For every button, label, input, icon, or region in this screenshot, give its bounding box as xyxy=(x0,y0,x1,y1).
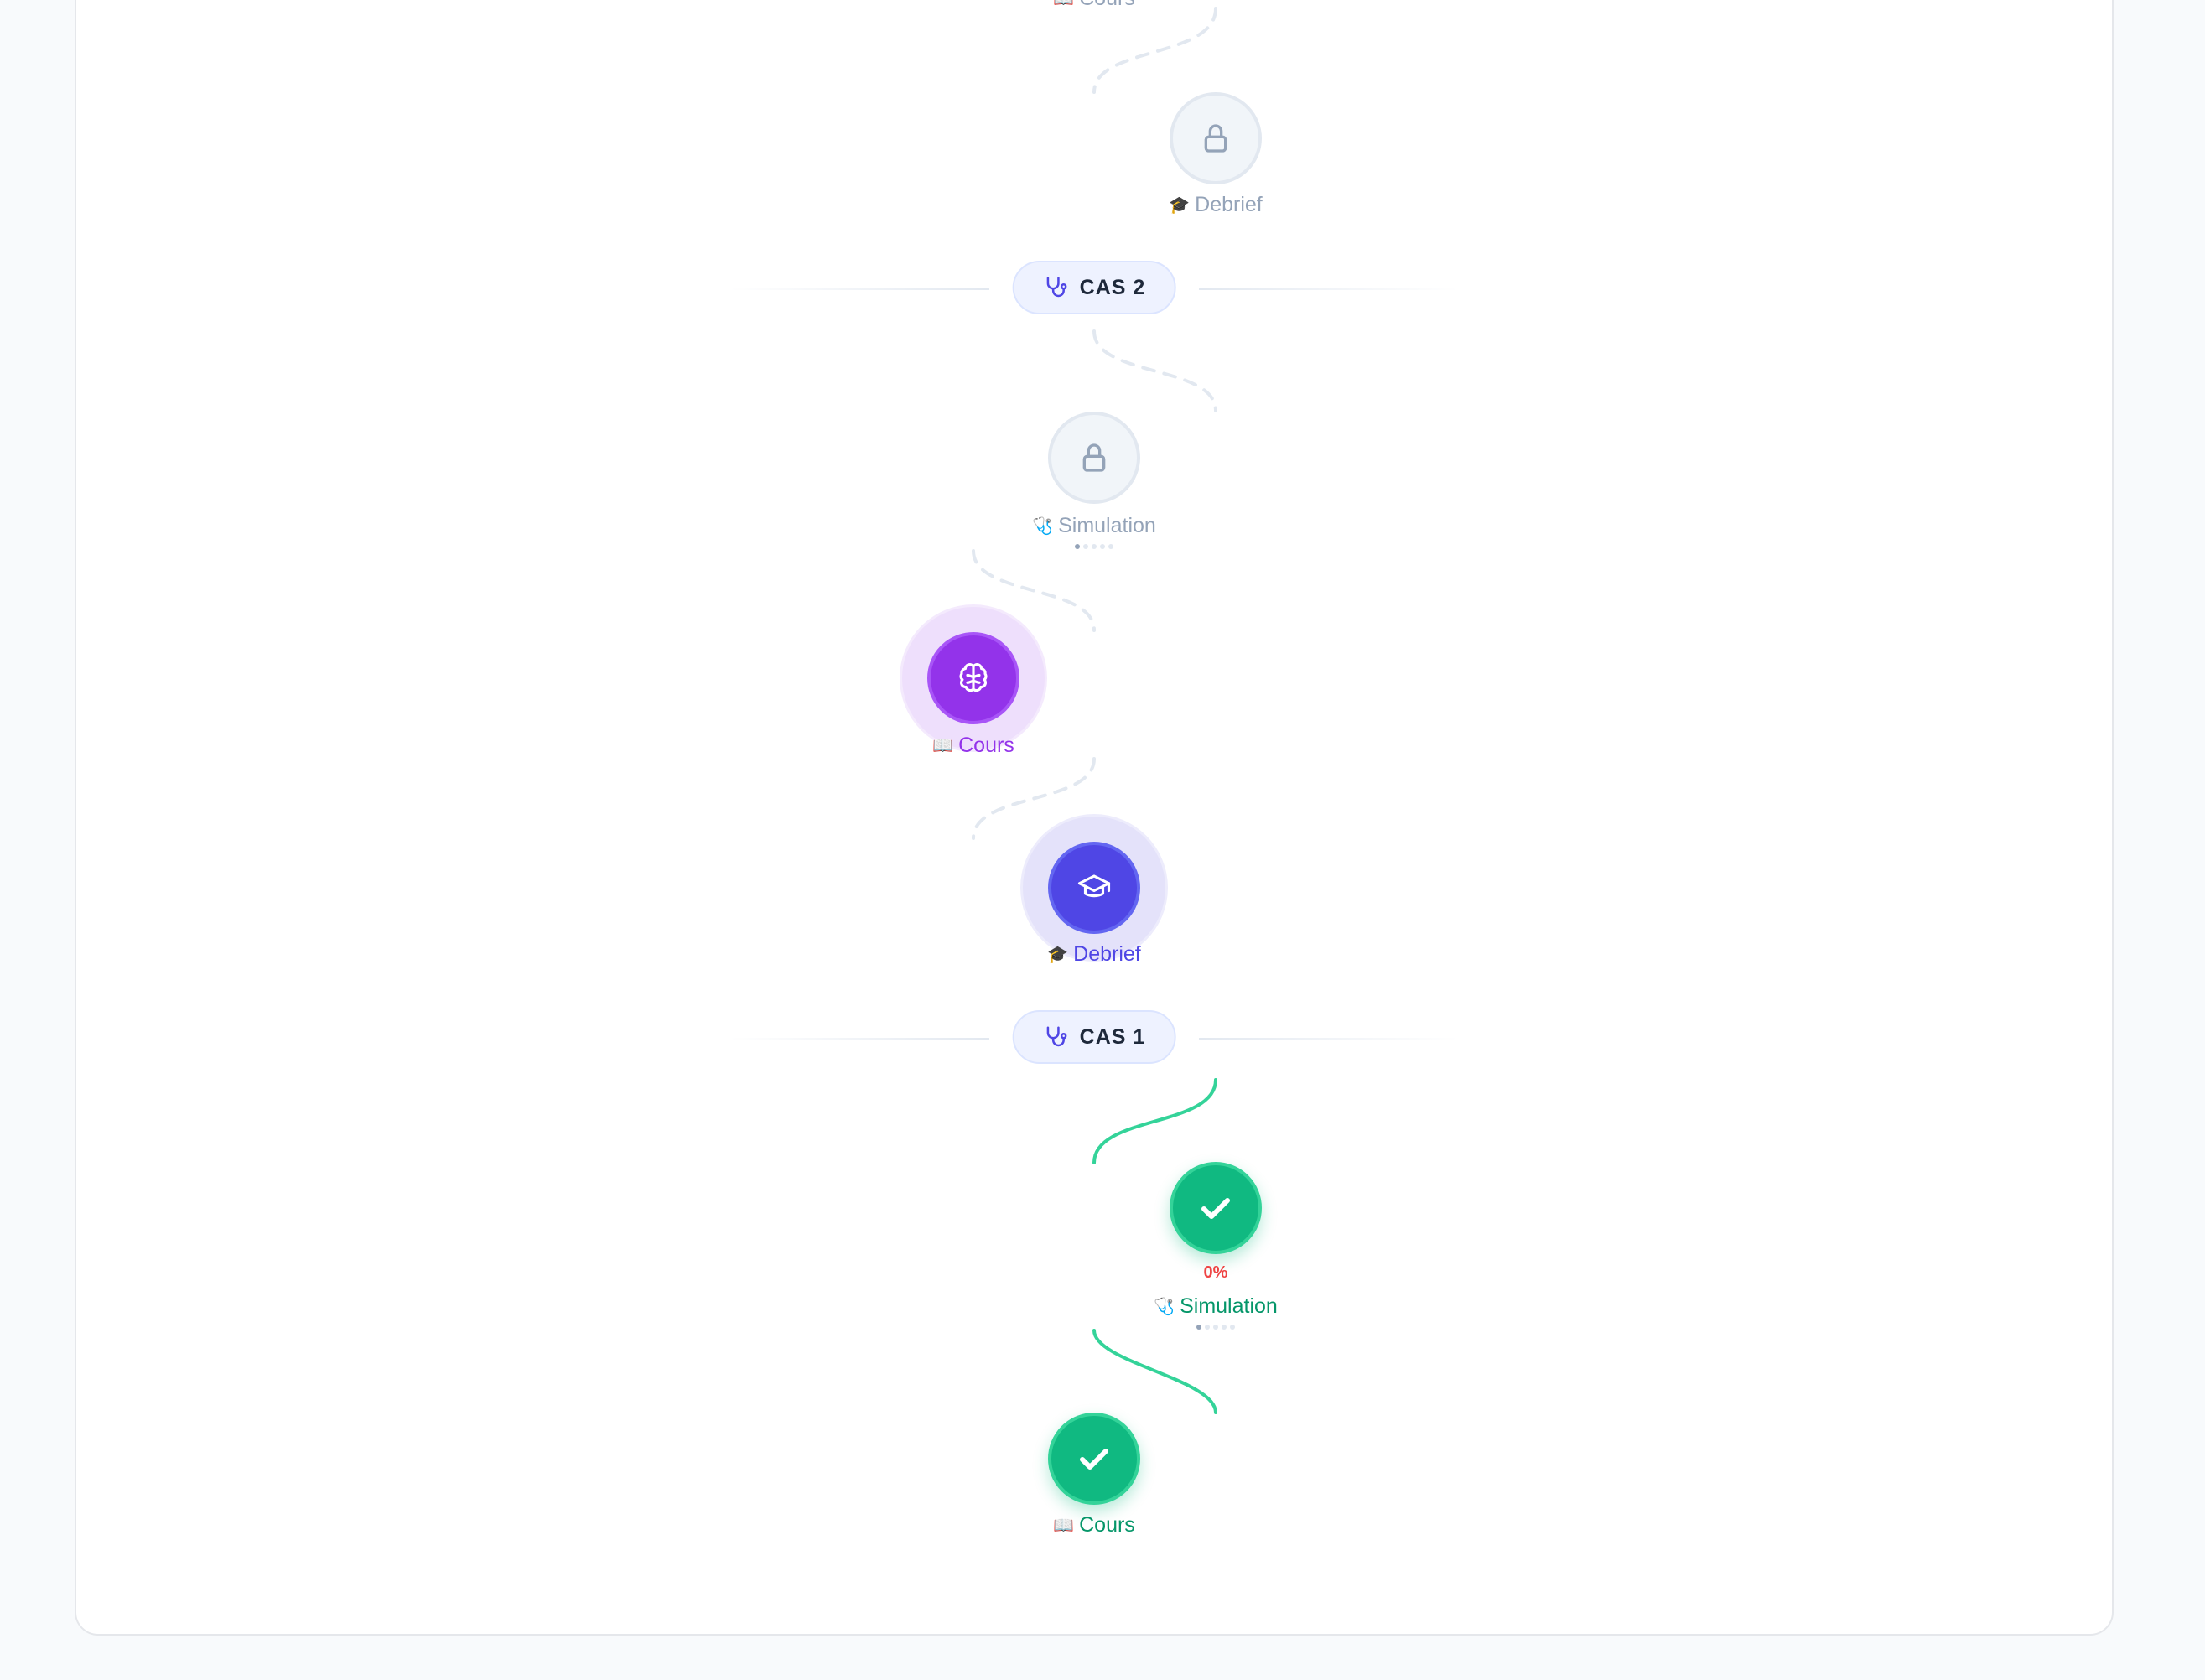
check-icon xyxy=(1196,1188,1236,1228)
connector-cours-to-debrief xyxy=(972,757,1096,840)
section-divider-left xyxy=(729,1038,989,1040)
step-cas1-debrief-label[interactable]: 🎓 Debrief xyxy=(1047,942,1141,967)
step-cas2-simulation xyxy=(1048,412,1140,504)
check-icon xyxy=(1074,1439,1114,1479)
step-cas1-simulation-progress xyxy=(1196,1325,1235,1330)
section-divider-left xyxy=(729,288,989,290)
book-emoji-icon: 📖 xyxy=(932,737,954,755)
connector-top-to-debrief xyxy=(1092,7,1217,94)
step-cas2-debrief xyxy=(1170,92,1262,184)
book-emoji-icon: 📖 xyxy=(1053,1517,1075,1535)
progress-dot xyxy=(1100,544,1105,549)
stethoscope-icon xyxy=(1043,1024,1068,1050)
step-cas1-cours-label[interactable]: 📖 Cours xyxy=(932,734,1014,758)
step-cas1-simulation-score: 0% xyxy=(1203,1263,1228,1282)
progress-dot xyxy=(1213,1325,1218,1330)
progress-dot xyxy=(1205,1325,1210,1330)
progress-dot xyxy=(1092,544,1097,549)
progress-dot xyxy=(1230,1325,1235,1330)
progress-dot xyxy=(1108,544,1113,549)
section-divider-right xyxy=(1199,1038,1459,1040)
lock-icon xyxy=(1077,441,1111,474)
progress-dot xyxy=(1075,544,1080,549)
progress-dot xyxy=(1083,544,1088,549)
graduation-cap-emoji-icon: 🎓 xyxy=(1169,196,1191,215)
stethoscope-icon xyxy=(1043,275,1068,300)
step-cas1-simulation[interactable] xyxy=(1170,1162,1262,1254)
step-intro-cours[interactable] xyxy=(1048,1413,1140,1505)
brain-icon xyxy=(956,661,991,696)
step-cas1-debrief[interactable] xyxy=(1048,842,1140,934)
section-header-cas2: CAS 2 xyxy=(1012,261,1176,314)
section-divider-right xyxy=(1199,288,1459,290)
step-cas2-debrief-label: 🎓 Debrief xyxy=(1169,193,1263,216)
top-cours-label: 📖 Cours xyxy=(1053,0,1135,11)
graduation-cap-icon xyxy=(1077,870,1112,905)
progress-dot xyxy=(1222,1325,1227,1330)
book-icon: 📖 xyxy=(1053,0,1074,9)
progress-dot xyxy=(1196,1325,1201,1330)
connector-simulation-to-cours xyxy=(972,549,1096,632)
stethoscope-emoji-icon: 🩺 xyxy=(1032,517,1054,536)
graduation-cap-emoji-icon: 🎓 xyxy=(1047,946,1069,964)
stethoscope-emoji-icon: 🩺 xyxy=(1154,1298,1175,1316)
lock-icon xyxy=(1199,122,1232,155)
connector-cas2-to-simulation xyxy=(1092,329,1217,412)
step-cas1-simulation-label[interactable]: 🩺 Simulation xyxy=(1154,1294,1278,1319)
section-header-cas1: CAS 1 xyxy=(1012,1010,1176,1064)
step-cas1-cours[interactable] xyxy=(927,632,1019,724)
connector-simulation-to-cours-done xyxy=(1092,1329,1217,1414)
step-cas2-simulation-label: 🩺 Simulation xyxy=(1032,514,1156,537)
step-cas2-simulation-progress xyxy=(1075,544,1113,549)
step-intro-cours-label[interactable]: 📖 Cours xyxy=(1053,1513,1135,1537)
connector-cas1-to-simulation xyxy=(1092,1078,1217,1164)
